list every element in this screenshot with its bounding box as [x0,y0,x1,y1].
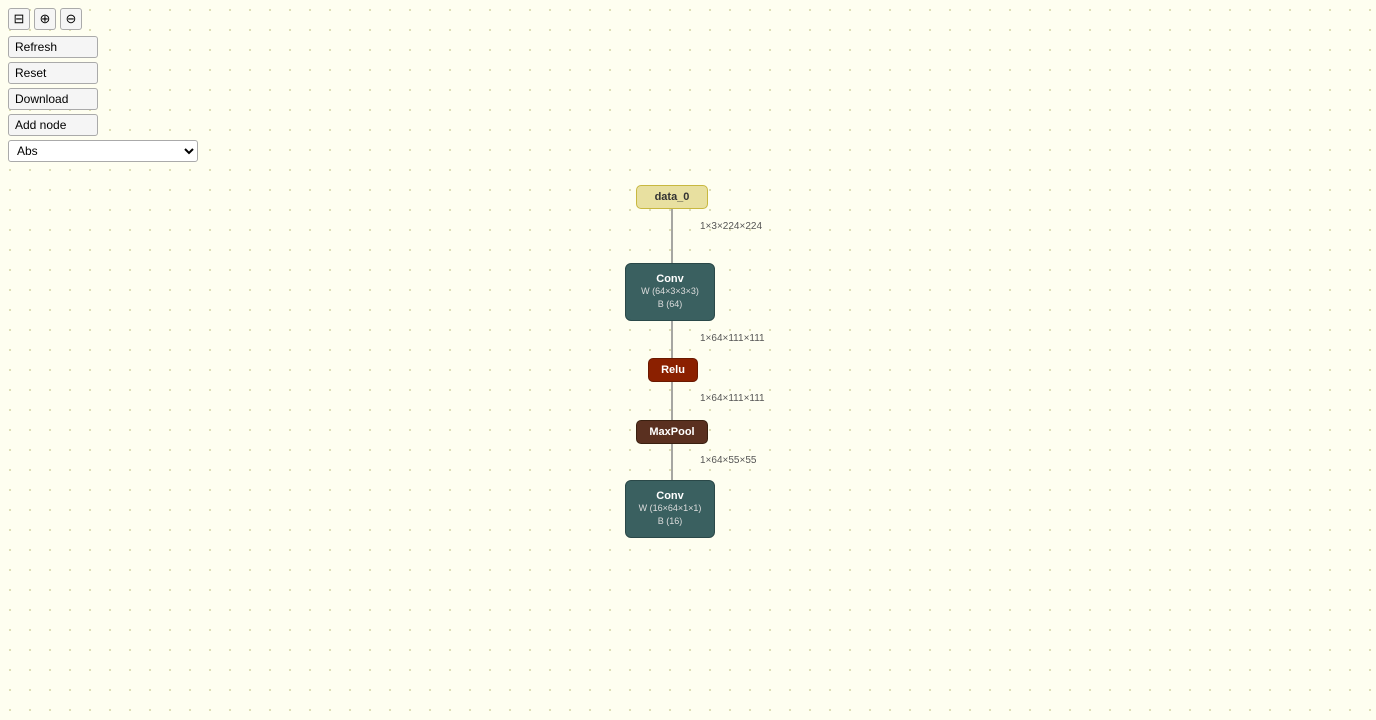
node-conv2-detail1: W (16×64×1×1) [639,502,702,515]
node-conv2-detail2: B (16) [658,515,683,528]
icon-row: ⊟ ⊕ ⊖ [8,8,198,30]
node-type-select[interactable]: Abs Add ArgMax AvgPool BatchNorm Conv De… [8,140,198,162]
toolbar: ⊟ ⊕ ⊖ Refresh Reset Download Add node Ab… [8,8,198,162]
edge-label-3: 1×64×55×55 [700,455,756,466]
edge-label-2: 1×64×111×111 [700,393,765,404]
zoom-out-icon-button[interactable]: ⊖ [60,8,82,30]
add-node-button[interactable]: Add node [8,114,98,136]
node-relu-label: Relu [661,364,685,376]
node-maxpool-label: MaxPool [649,426,694,438]
graph-canvas: 1×3×224×224 1×64×111×111 1×64×111×111 1×… [0,0,1376,720]
node-data0[interactable]: data_0 [636,185,708,209]
download-button[interactable]: Download [8,88,98,110]
node-conv1-detail1: W (64×3×3×3) [641,285,699,298]
zoom-in-icon-button[interactable]: ⊕ [34,8,56,30]
node-conv2-title: Conv [656,490,684,502]
fit-icon-button[interactable]: ⊟ [8,8,30,30]
refresh-button[interactable]: Refresh [8,36,98,58]
edge-label-1: 1×64×111×111 [700,333,765,344]
edge-label-0: 1×3×224×224 [700,221,762,232]
node-conv1-detail2: B (64) [658,298,683,311]
node-conv1[interactable]: Conv W (64×3×3×3) B (64) [625,263,715,321]
node-conv1-title: Conv [656,273,684,285]
reset-button[interactable]: Reset [8,62,98,84]
node-maxpool[interactable]: MaxPool [636,420,708,444]
node-conv2[interactable]: Conv W (16×64×1×1) B (16) [625,480,715,538]
node-data0-label: data_0 [655,191,690,203]
node-relu[interactable]: Relu [648,358,698,382]
